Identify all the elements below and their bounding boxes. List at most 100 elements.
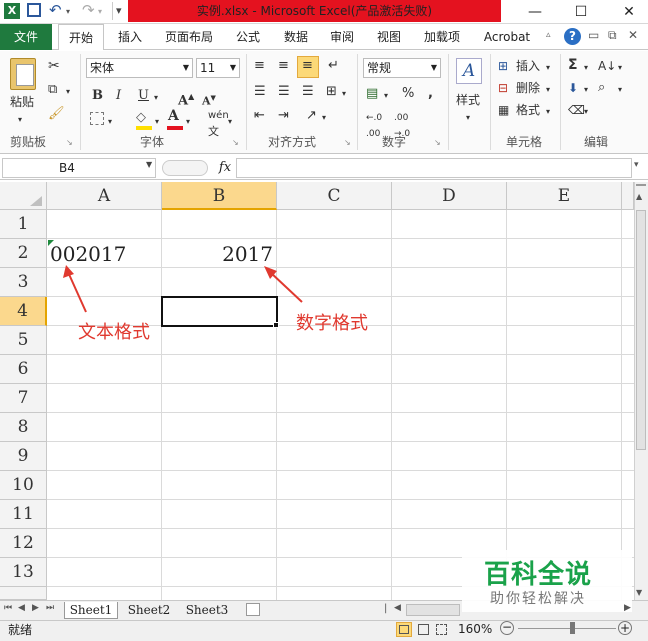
phonetic-dropdown-icon[interactable]: ▾	[228, 114, 232, 130]
orientation-dropdown-icon[interactable]: ▾	[322, 110, 326, 126]
paste-dropdown-icon[interactable]: ▾	[18, 112, 22, 128]
font-color-dropdown-icon[interactable]: ▾	[186, 114, 190, 130]
phonetic-icon[interactable]: wén 文	[208, 108, 229, 141]
clear-dropdown-icon[interactable]: ▾	[584, 104, 588, 120]
column-header-e[interactable]: E	[507, 182, 622, 210]
formula-input[interactable]	[236, 158, 632, 178]
italic-button[interactable]: I	[116, 88, 121, 104]
format-cells-button[interactable]: 格式	[516, 102, 540, 118]
format-painter-icon[interactable]: 🖌	[48, 106, 65, 122]
fill-icon[interactable]: ⬇	[568, 80, 578, 96]
tab-addins[interactable]: 加载项	[418, 24, 466, 50]
tab-data[interactable]: 数据	[276, 24, 316, 50]
scroll-left-icon[interactable]: ◀	[394, 603, 401, 613]
row-header[interactable]: 10	[0, 471, 47, 500]
format-cells-icon[interactable]: ▦	[498, 102, 509, 118]
decrease-indent-icon[interactable]: ⇤	[254, 108, 265, 124]
cut-icon[interactable]: ✂	[48, 58, 60, 74]
styles-icon[interactable]: A	[456, 58, 482, 84]
customize-icon[interactable]: ▾	[116, 3, 122, 19]
tab-file[interactable]: 文件	[0, 24, 52, 50]
border-dropdown-icon[interactable]: ▾	[108, 114, 112, 130]
bold-button[interactable]: B	[92, 88, 103, 104]
close-button[interactable]: ✕	[618, 2, 640, 22]
underline-dropdown-icon[interactable]: ▾	[154, 90, 158, 106]
row-header[interactable]: 2	[0, 239, 47, 268]
font-launcher-icon[interactable]: ↘	[232, 138, 239, 147]
styles-label[interactable]: 样式	[456, 92, 480, 108]
row-header[interactable]: 5	[0, 326, 47, 355]
formula-expander[interactable]	[162, 160, 208, 176]
cell-b2[interactable]: 2017	[162, 240, 273, 269]
column-header-a[interactable]: A	[47, 182, 162, 210]
insert-sheet-icon[interactable]	[246, 603, 260, 616]
split-handle[interactable]	[636, 184, 646, 186]
row-header[interactable]: 3	[0, 268, 47, 297]
tab-acrobat[interactable]: Acrobat	[478, 24, 536, 50]
grow-font-icon[interactable]: A▲	[178, 88, 194, 109]
shrink-font-icon[interactable]: A▼	[202, 90, 216, 110]
sheet-tab-sheet2[interactable]: Sheet2	[122, 602, 176, 619]
fill-dropdown-icon[interactable]: ▾	[584, 82, 588, 98]
next-sheet-icon[interactable]: ▶	[32, 603, 39, 613]
last-sheet-icon[interactable]: ⏭	[46, 603, 54, 613]
insert-cells-button[interactable]: 插入	[516, 58, 540, 74]
page-layout-view-icon[interactable]	[418, 624, 429, 635]
styles-dropdown-icon[interactable]: ▾	[466, 110, 470, 126]
font-size-select[interactable]: 11 ▼	[196, 58, 240, 78]
collapse-ribbon-icon[interactable]: ▵	[546, 30, 551, 40]
undo-dropdown-icon[interactable]: ▾	[66, 4, 70, 20]
scroll-down-icon[interactable]: ▼	[636, 588, 642, 597]
tab-page-layout[interactable]: 页面布局	[158, 24, 220, 50]
clear-icon[interactable]: ⌫	[568, 102, 585, 118]
comma-button[interactable]: ,	[428, 86, 433, 102]
redo-icon[interactable]: ↷	[82, 2, 95, 18]
excel-logo-icon[interactable]: X	[4, 3, 20, 19]
row-header[interactable]: 4	[0, 297, 47, 326]
tab-split-handle[interactable]: |	[384, 603, 387, 614]
fill-color-icon[interactable]: ◇	[136, 110, 146, 126]
zoom-slider-track[interactable]	[518, 628, 616, 629]
fill-handle[interactable]	[273, 322, 279, 328]
scroll-up-icon[interactable]: ▲	[636, 192, 642, 201]
insert-dropdown-icon[interactable]: ▾	[546, 60, 550, 76]
sort-filter-icon[interactable]: A↓	[598, 58, 616, 74]
copy-icon[interactable]: ⧉	[48, 82, 57, 98]
doc-close-icon[interactable]: ✕	[628, 28, 638, 42]
align-left-icon[interactable]: ☰	[254, 84, 266, 100]
font-name-select[interactable]: 宋体 ▼	[86, 58, 193, 78]
row-header[interactable]: 7	[0, 384, 47, 413]
wrap-text-icon[interactable]: ↵	[328, 58, 339, 74]
maximize-button[interactable]: ☐	[570, 2, 592, 22]
prev-sheet-icon[interactable]: ◀	[18, 603, 25, 613]
help-icon[interactable]: ?	[564, 28, 581, 45]
percent-button[interactable]: %	[402, 86, 414, 102]
name-box[interactable]: B4	[2, 158, 156, 178]
tab-home[interactable]: 开始	[58, 24, 104, 50]
autosum-button[interactable]: Σ	[568, 57, 578, 73]
currency-icon[interactable]: ▤	[366, 86, 378, 102]
number-launcher-icon[interactable]: ↘	[434, 138, 441, 147]
find-select-icon[interactable]: ⌕	[598, 80, 605, 96]
row-header[interactable]: 12	[0, 529, 47, 558]
doc-minimize-icon[interactable]: ▭	[588, 28, 599, 42]
column-header-d[interactable]: D	[392, 182, 507, 210]
zoom-in-icon[interactable]: +	[618, 621, 632, 635]
align-top-icon[interactable]: ≡	[254, 58, 265, 74]
align-center-icon[interactable]: ☰	[278, 84, 290, 100]
delete-cells-icon[interactable]: ⊟	[498, 80, 508, 96]
sort-dropdown-icon[interactable]: ▾	[618, 60, 622, 76]
insert-function-button[interactable]: fx	[214, 158, 236, 178]
delete-dropdown-icon[interactable]: ▾	[546, 82, 550, 98]
row-header[interactable]: 11	[0, 500, 47, 529]
column-header-b[interactable]: B	[162, 182, 277, 210]
tab-view[interactable]: 视图	[369, 24, 409, 50]
tab-review[interactable]: 审阅	[322, 24, 362, 50]
merge-dropdown-icon[interactable]: ▾	[342, 86, 346, 102]
zoom-out-icon[interactable]: −	[500, 621, 514, 635]
format-dropdown-icon[interactable]: ▾	[546, 104, 550, 120]
first-sheet-icon[interactable]: ⏮	[4, 603, 12, 613]
minimize-button[interactable]: —	[524, 2, 546, 22]
expand-formula-icon[interactable]: ▾	[634, 160, 639, 170]
row-header[interactable]: 13	[0, 558, 47, 587]
